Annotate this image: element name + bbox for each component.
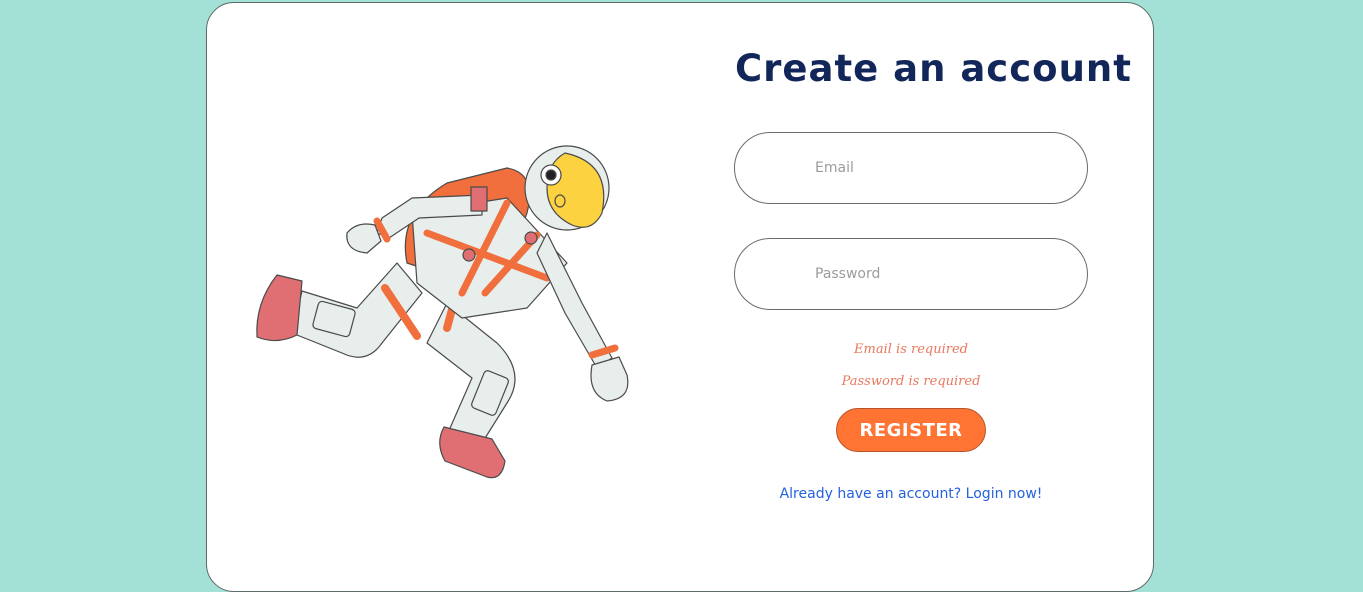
- astronaut-illustration: [247, 143, 637, 483]
- email-input[interactable]: [734, 132, 1088, 204]
- page-title: Create an account: [735, 47, 1132, 90]
- password-error-message: Password is required: [841, 374, 981, 389]
- register-card: Create an account Email is required Pass…: [206, 2, 1154, 592]
- login-link[interactable]: Already have an account? Login now!: [734, 486, 1088, 502]
- email-error-message: Email is required: [854, 342, 968, 357]
- register-button[interactable]: REGISTER: [836, 408, 986, 452]
- password-input[interactable]: [734, 238, 1088, 310]
